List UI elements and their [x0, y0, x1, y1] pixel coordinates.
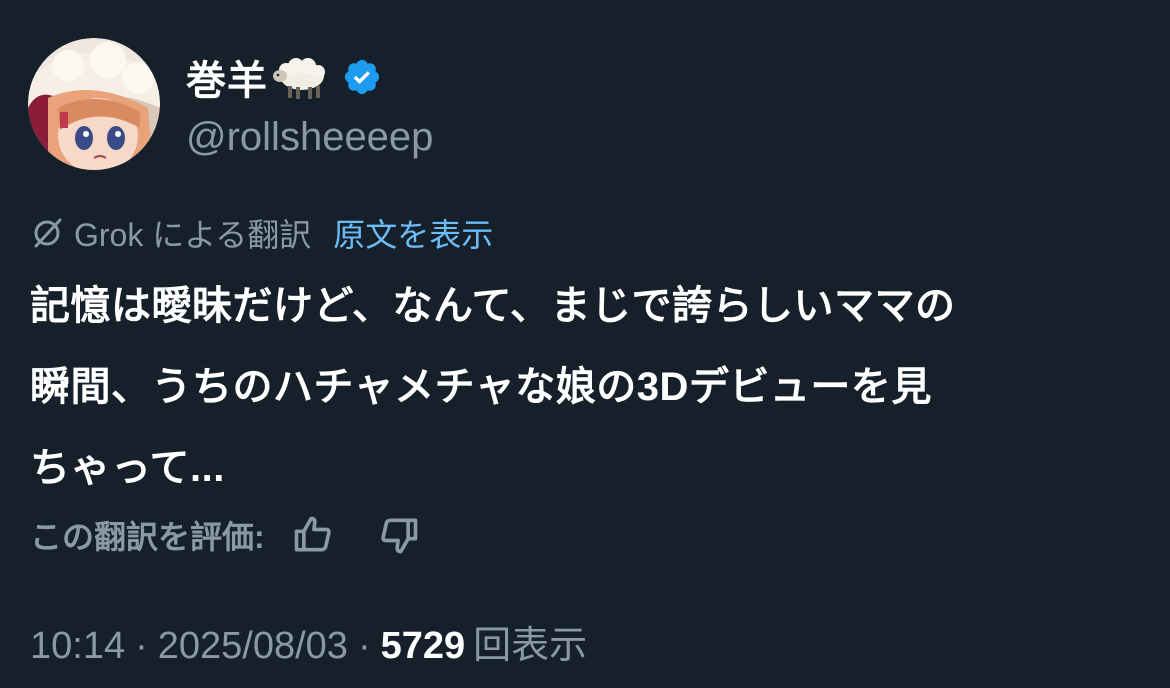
user-handle[interactable]: @rollsheeeep: [186, 115, 433, 160]
tweet-date[interactable]: 2025/08/03: [158, 625, 348, 668]
thumbs-down-icon[interactable]: [377, 513, 421, 557]
meta-separator: ·: [357, 625, 371, 667]
thumbs-up-icon[interactable]: [291, 513, 335, 557]
display-name[interactable]: 巻羊: [186, 48, 268, 106]
rate-translation: この翻訳を評価:: [30, 512, 421, 558]
avatar[interactable]: [28, 38, 160, 170]
user-names: 巻羊 @rollsheeeep: [186, 38, 433, 170]
rate-translation-label: この翻訳を評価:: [30, 519, 265, 555]
translation-label: Grok による翻訳: [74, 217, 312, 253]
display-name-row: 巻羊: [186, 49, 433, 105]
translation-bar: Grok による翻訳 原文を表示: [30, 210, 493, 256]
tweet-meta: 10:14 · 2025/08/03 · 5729 回表示: [30, 614, 587, 669]
views-label: 回表示: [473, 625, 588, 667]
tweet-time[interactable]: 10:14: [30, 625, 125, 668]
grok-icon: [30, 216, 64, 250]
sheep-icon: [272, 54, 328, 100]
tweet-header: 巻羊 @rollsheeeep: [28, 38, 433, 170]
tweet-text: 記憶は曖昧だけど、なんて、まじで誇らしいママの 瞬間、うちのハチャメチャな娘の3…: [30, 284, 956, 490]
views-count[interactable]: 5729: [381, 625, 466, 668]
verified-badge-icon[interactable]: [342, 57, 382, 97]
tweet-detail: 巻羊 @rollsheeeep Grok による翻訳 原文を表示 記憶は曖昧だけ…: [0, 0, 1170, 688]
show-original-link[interactable]: 原文を表示: [333, 210, 493, 256]
meta-separator: ·: [135, 625, 148, 667]
